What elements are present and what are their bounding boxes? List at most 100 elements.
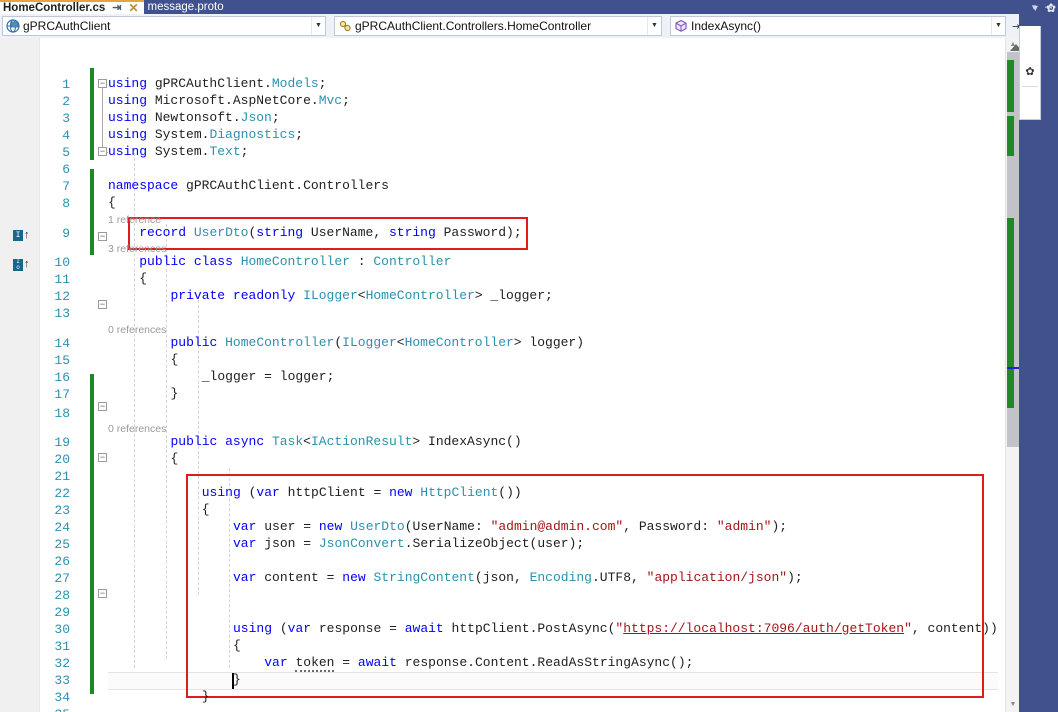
line-number: 22: [54, 486, 70, 501]
line-number: 3: [62, 111, 70, 126]
line-number: 9: [62, 226, 70, 241]
code-line[interactable]: {: [108, 451, 179, 466]
project-globe-icon: [4, 17, 21, 35]
code-line[interactable]: var content = new StringContent(json, En…: [108, 570, 803, 585]
pin-icon[interactable]: ⇥: [112, 3, 121, 14]
line-number: 7: [62, 179, 70, 194]
tab-home-controller-cs[interactable]: HomeController.cs ⇥ ✕: [0, 0, 144, 14]
code-line[interactable]: using Newtonsoft.Json;: [108, 110, 280, 125]
line-number: 4: [62, 128, 70, 143]
gear-icon[interactable]: ✿: [1020, 56, 1040, 86]
code-line[interactable]: using gPRCAuthClient.Models;: [108, 76, 326, 91]
code-line[interactable]: public async Task<IActionResult> IndexAs…: [108, 434, 522, 449]
codelens-homecontroller[interactable]: 3 references: [108, 243, 166, 256]
member-dropdown[interactable]: IndexAsync() ▼: [670, 16, 1006, 36]
code-line[interactable]: using (var httpClient = new HttpClient()…: [108, 485, 522, 500]
line-number: 2: [62, 94, 70, 109]
code-line[interactable]: }: [108, 672, 241, 687]
code-line[interactable]: }: [108, 386, 179, 401]
code-line[interactable]: using (var response = await httpClient.P…: [108, 621, 998, 636]
line-number: 29: [54, 605, 70, 620]
line-number: 6: [62, 162, 70, 177]
code-line[interactable]: public class HomeController : Controller: [108, 254, 451, 269]
code-line[interactable]: private readonly ILogger<HomeController>…: [108, 288, 553, 303]
line-number: 18: [54, 406, 70, 421]
line-number: 23: [54, 503, 70, 518]
change-marker: [1007, 218, 1014, 408]
caret-position-marker: [1007, 367, 1019, 369]
line-number: 20: [54, 452, 70, 467]
chevron-down-icon[interactable]: ▼: [647, 17, 661, 35]
code-line[interactable]: using Microsoft.AspNetCore.Mvc;: [108, 93, 350, 108]
line-number: 34: [54, 690, 70, 705]
code-line[interactable]: var json = JsonConvert.SerializeObject(u…: [108, 536, 584, 551]
code-line[interactable]: {: [108, 502, 210, 517]
code-line[interactable]: {: [108, 271, 147, 286]
code-line[interactable]: }: [108, 689, 210, 704]
code-line[interactable]: record UserDto(string UserName, string P…: [108, 225, 521, 240]
line-number: 11: [54, 272, 70, 287]
change-marker: [1007, 116, 1014, 156]
panel-spacer-row: [1020, 26, 1040, 56]
vertical-scrollbar[interactable]: ▲ ▼: [1005, 38, 1019, 712]
right-popup-panel[interactable]: ✿: [1019, 26, 1041, 120]
editor-overlay-buttons: ▾ ✿: [1033, 1, 1056, 15]
code-line[interactable]: {: [108, 195, 116, 210]
line-number: 31: [54, 639, 70, 654]
method-icon: [672, 17, 689, 35]
line-number: 24: [54, 520, 70, 535]
class-icon: [336, 17, 353, 35]
close-icon[interactable]: ✕: [128, 2, 138, 14]
tab-label: HomeController.cs: [3, 2, 106, 14]
line-number: 32: [54, 656, 70, 671]
line-number: 21: [54, 469, 70, 484]
code-line[interactable]: using System.Text;: [108, 144, 248, 159]
type-dropdown[interactable]: gPRCAuthClient.Controllers.HomeControlle…: [334, 16, 662, 36]
code-text-layer[interactable]: 1 2 3 4 5 6 7 8 9 10 11 12 13 14 15 16 1…: [0, 38, 1005, 712]
line-number: 26: [54, 554, 70, 569]
member-dropdown-value: IndexAsync(): [691, 19, 762, 33]
change-marker: [1007, 60, 1014, 112]
line-number: 17: [54, 387, 70, 402]
scroll-down-icon[interactable]: ▼: [1006, 698, 1020, 712]
document-tab-strip: HomeController.cs ⇥ ✕ message.proto ▾ ⇥: [0, 0, 1058, 14]
line-number: 16: [54, 370, 70, 385]
code-line[interactable]: _logger = logger;: [108, 369, 335, 384]
line-number: 27: [54, 571, 70, 586]
code-line[interactable]: {: [108, 352, 179, 367]
code-line[interactable]: namespace gPRCAuthClient.Controllers: [108, 178, 389, 193]
code-line[interactable]: {: [108, 638, 241, 653]
line-number: 14: [54, 336, 70, 351]
line-number: 10: [54, 255, 70, 270]
code-line[interactable]: public HomeController(ILogger<HomeContro…: [108, 335, 585, 350]
project-dropdown-value: gPRCAuthClient: [23, 19, 111, 33]
project-dropdown[interactable]: gPRCAuthClient ▼: [2, 16, 326, 36]
line-number: 33: [54, 673, 70, 688]
chevron-down-icon[interactable]: ▾: [1033, 3, 1038, 14]
type-dropdown-value: gPRCAuthClient.Controllers.HomeControlle…: [355, 19, 592, 33]
line-number: 28: [54, 588, 70, 603]
line-number: 25: [54, 537, 70, 552]
chevron-down-icon[interactable]: ▼: [311, 17, 325, 35]
gear-icon[interactable]: ✿: [1046, 1, 1056, 15]
chevron-down-icon[interactable]: ▼: [991, 17, 1005, 35]
code-line[interactable]: var user = new UserDto(UserName: "admin@…: [108, 519, 787, 534]
code-editor-surface[interactable]: I ↑ Io ↑ − − − − − − − 1 2 3 4 5 6 7 8 9…: [0, 38, 1005, 712]
panel-empty-row: [1020, 87, 1040, 117]
line-number: 30: [54, 622, 70, 637]
tab-message-proto[interactable]: message.proto: [143, 0, 229, 14]
line-number: 1: [62, 77, 70, 92]
codelens-ctor[interactable]: 0 references: [108, 324, 166, 337]
code-line[interactable]: var token = await response.Content.ReadA…: [108, 655, 693, 672]
line-number: 13: [54, 306, 70, 321]
text-caret: [232, 673, 234, 689]
code-navigation-bar: gPRCAuthClient ▼ gPRCAuthClient.Controll…: [0, 14, 1058, 38]
line-number: 19: [54, 435, 70, 450]
code-line[interactable]: using System.Diagnostics;: [108, 127, 303, 142]
codelens-indexasync[interactable]: 0 references: [108, 423, 166, 436]
line-number: 12: [54, 289, 70, 304]
tab-strip-filler: [228, 0, 1032, 14]
line-number: 5: [62, 145, 70, 160]
codelens-record-userdto[interactable]: 1 reference: [108, 214, 161, 227]
line-number: 35: [42, 706, 70, 712]
